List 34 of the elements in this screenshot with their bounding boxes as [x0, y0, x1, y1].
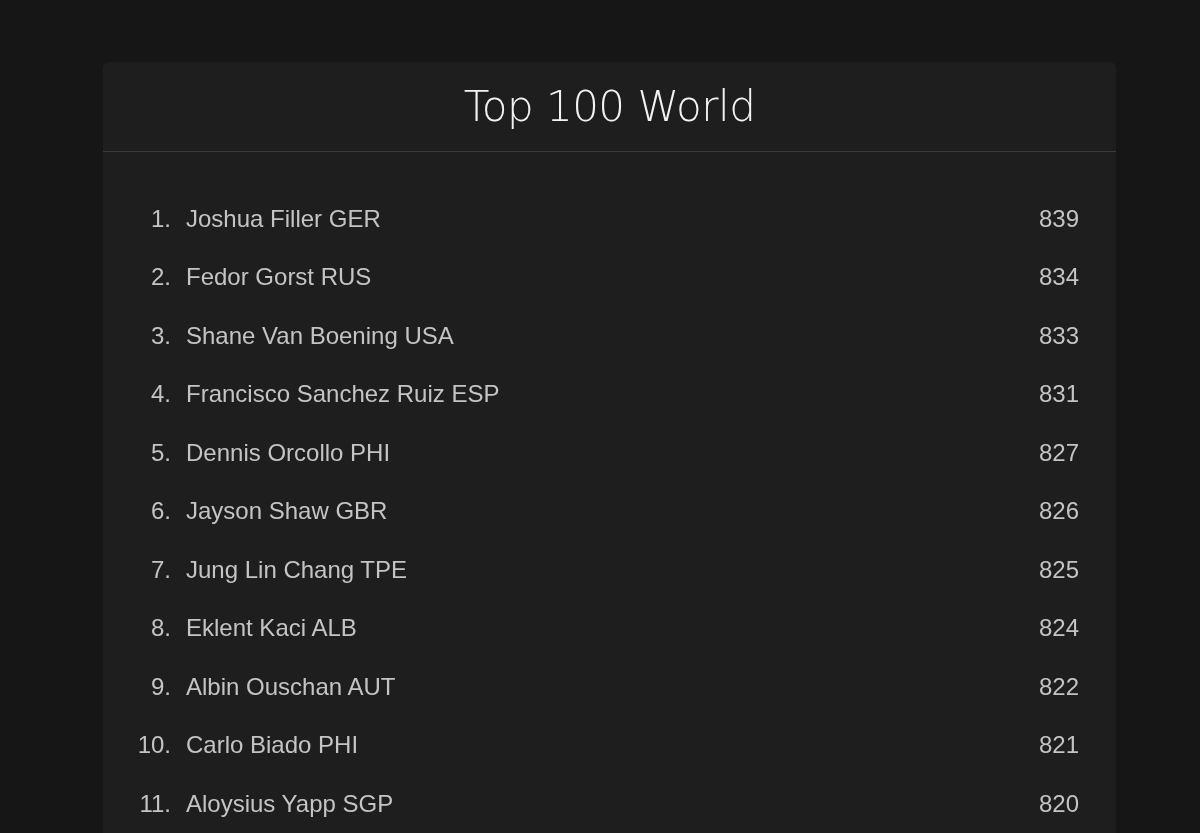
- player-name: Dennis Orcollo PHI: [186, 438, 392, 467]
- rank-number: 8.: [150, 614, 171, 643]
- player-points: 824: [1038, 614, 1079, 643]
- player-name: Eklent Kaci ALB: [186, 614, 358, 643]
- player-name: Francisco Sanchez Ruiz ESP: [186, 380, 501, 409]
- rank-number: 4.: [150, 380, 171, 409]
- player-points: 831: [1038, 380, 1079, 409]
- player-points: 839: [1038, 204, 1079, 233]
- player-name: Fedor Gorst RUS: [186, 263, 373, 292]
- rank-number: 2.: [150, 263, 171, 292]
- player-points: 825: [1038, 555, 1079, 584]
- player-points: 826: [1038, 497, 1079, 526]
- rank-number: 3.: [150, 321, 171, 350]
- rank-number: 11.: [138, 789, 171, 818]
- player-name: Carlo Biado PHI: [186, 731, 360, 760]
- player-name: Joshua Filler GER: [186, 204, 382, 233]
- rank-number: 10.: [136, 731, 171, 760]
- player-name: Jayson Shaw GBR: [186, 497, 389, 526]
- player-points: 834: [1038, 263, 1079, 292]
- rank-number: 5.: [150, 438, 171, 467]
- ranking-title: Top 100 World: [463, 81, 756, 131]
- rank-number: 9.: [150, 672, 171, 701]
- player-points: 822: [1038, 672, 1079, 701]
- player-name: Albin Ouschan AUT: [186, 672, 397, 701]
- rank-number: 1.: [150, 204, 171, 233]
- rank-number: 7.: [150, 555, 171, 584]
- player-name: Shane Van Boening USA: [186, 321, 455, 350]
- player-points: 820: [1038, 789, 1079, 818]
- player-name: Aloysius Yapp SGP: [186, 789, 395, 818]
- player-name: Jung Lin Chang TPE: [186, 555, 409, 584]
- player-points: 833: [1038, 321, 1079, 350]
- rank-number: 6.: [150, 497, 171, 526]
- player-points: 821: [1038, 731, 1079, 760]
- player-points: 827: [1038, 438, 1079, 467]
